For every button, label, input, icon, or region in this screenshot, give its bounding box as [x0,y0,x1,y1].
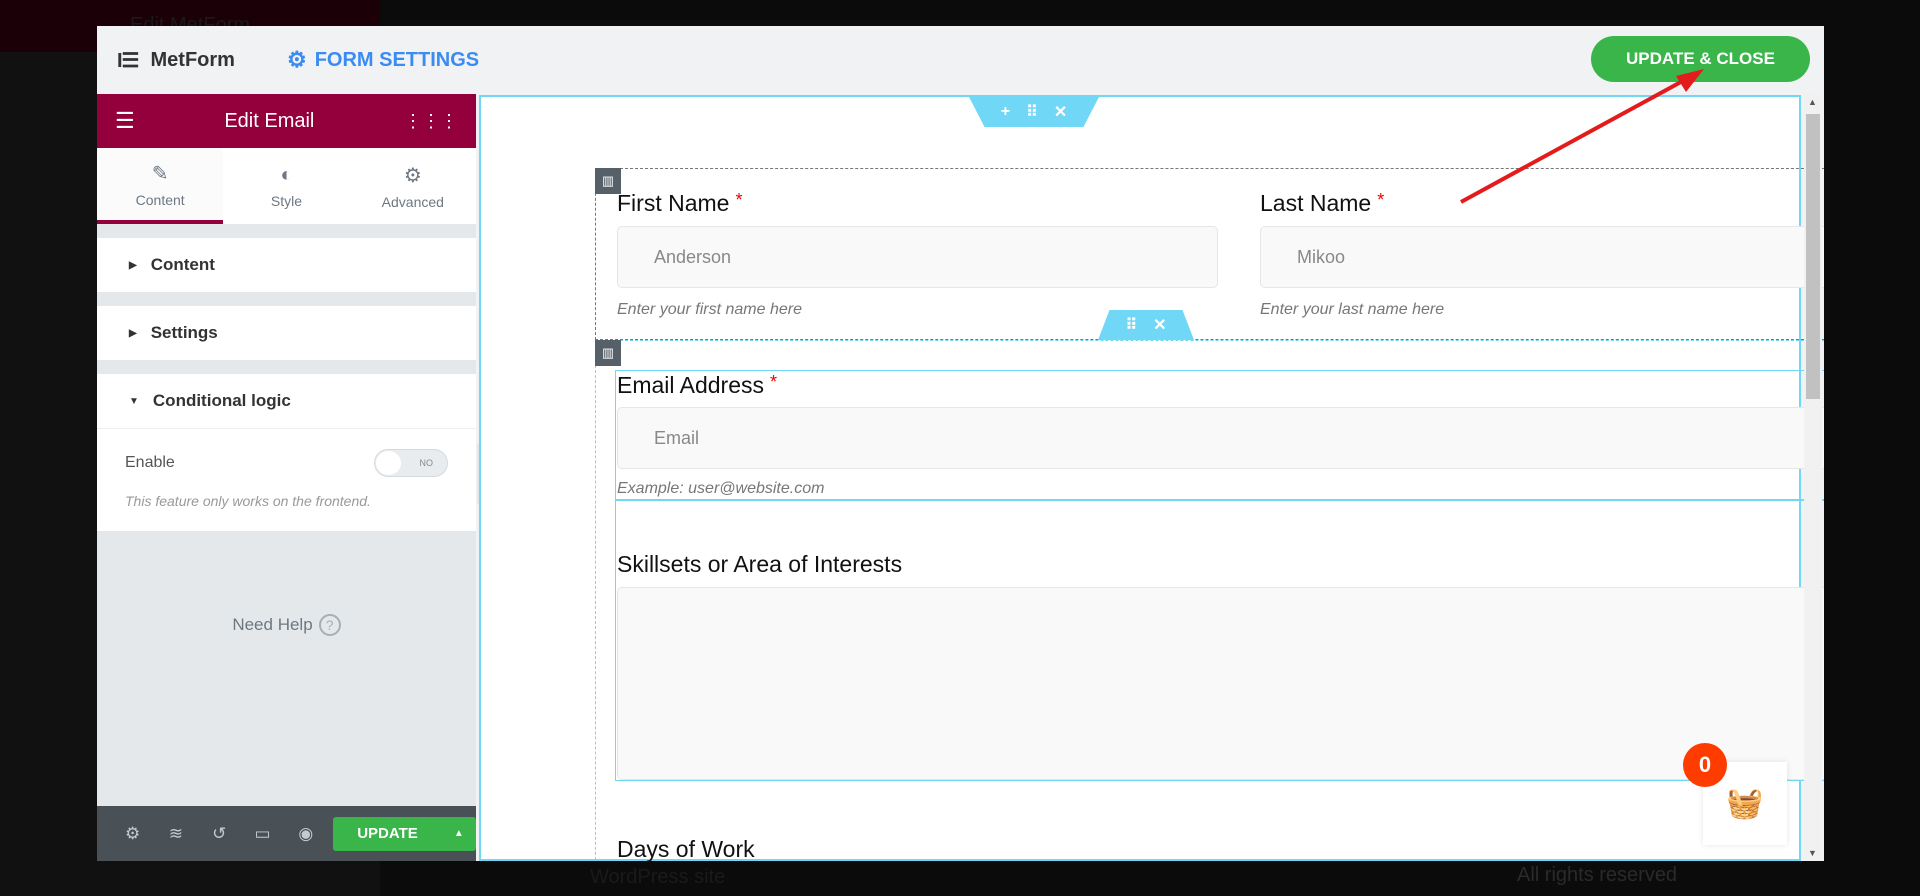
annotation-arrow [1460,69,1704,204]
arrow-head [1676,69,1704,92]
arrow-line [1460,75,1691,204]
